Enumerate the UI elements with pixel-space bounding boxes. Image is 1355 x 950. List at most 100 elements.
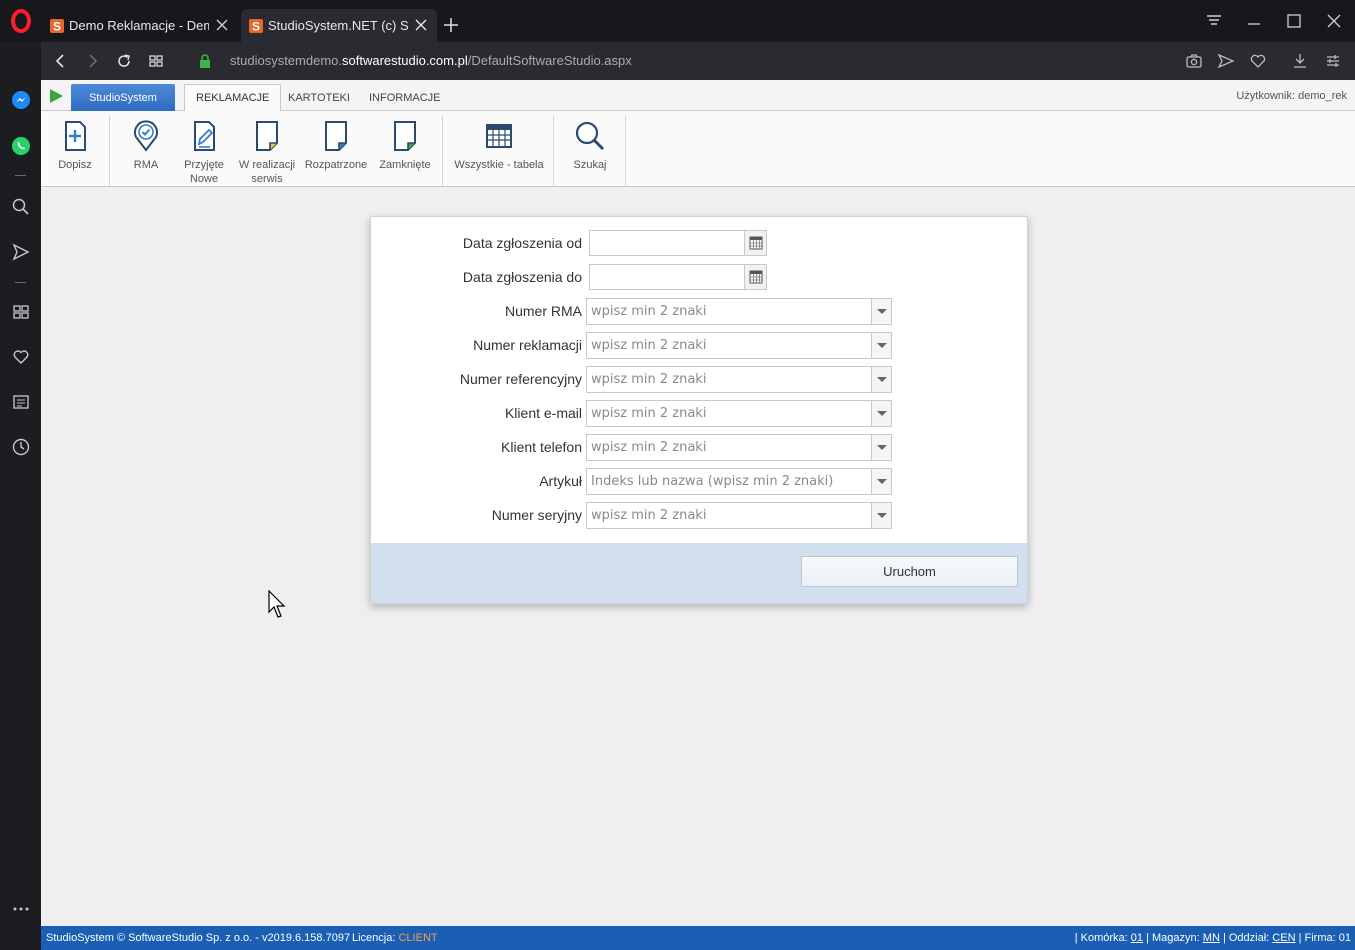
minimize-icon[interactable]: [1245, 12, 1263, 30]
rma-button[interactable]: RMA: [121, 111, 171, 187]
opera-logo-icon[interactable]: [10, 9, 32, 33]
date-from-row: Data zgłoszenia od: [371, 230, 1029, 256]
klient-email-label: Klient e-mail: [504, 405, 582, 421]
date-from-label: Data zgłoszenia od: [462, 235, 582, 251]
maximize-icon[interactable]: [1285, 12, 1303, 30]
license-info: Licencja: CLIENT: [352, 932, 438, 944]
magazyn-link[interactable]: MN: [1203, 932, 1220, 944]
browser-tab-bar: S Demo Reklamacje - Demo S StudioSystem.…: [0, 0, 1355, 42]
zamkniete-button[interactable]: Zamknięte: [375, 111, 435, 187]
back-icon[interactable]: [52, 52, 70, 70]
close-tab-icon[interactable]: [414, 18, 428, 32]
date-from-input[interactable]: [589, 230, 767, 256]
download-icon[interactable]: [1291, 52, 1309, 70]
close-tab-icon[interactable]: [215, 18, 229, 32]
browser-tab-studiosystem[interactable]: S StudioSystem.NET (c) Softw: [241, 9, 437, 42]
artykul-input[interactable]: [587, 469, 872, 494]
dropdown-button[interactable]: [871, 469, 891, 494]
tab-informacje[interactable]: INFORMACJE: [358, 84, 452, 111]
camera-icon[interactable]: [1185, 52, 1203, 70]
address-bar: studiosystemdemo.softwarestudio.com.pl/D…: [41, 42, 1355, 80]
dropdown-button[interactable]: [871, 367, 891, 392]
ribbon-label: Rozpatrzone: [304, 159, 368, 171]
close-window-icon[interactable]: [1325, 12, 1343, 30]
heart-icon[interactable]: [1249, 52, 1267, 70]
svg-text:S: S: [53, 19, 61, 33]
search-icon: [575, 121, 605, 151]
messenger-icon[interactable]: [11, 90, 31, 110]
szukaj-button[interactable]: Szukaj: [563, 111, 617, 187]
whatsapp-icon[interactable]: [11, 136, 31, 156]
ribbon-label: Szukaj: [573, 159, 607, 171]
chevron-down-icon: [876, 343, 887, 348]
search-form-panel: Data zgłoszenia od Data zgłoszenia do Nu…: [370, 216, 1028, 604]
speed-dial-icon[interactable]: [11, 302, 31, 322]
rozpatrzone-button[interactable]: Rozpatrzone: [304, 111, 368, 187]
klient-email-input[interactable]: [587, 401, 872, 426]
dropdown-button[interactable]: [871, 503, 891, 528]
numer-reklamacji-input[interactable]: [587, 333, 872, 358]
studiosystem-tab[interactable]: StudioSystem: [71, 84, 175, 111]
tab-kartoteki[interactable]: KARTOTEKI: [277, 84, 361, 111]
chevron-down-icon: [876, 445, 887, 450]
wszystkie-tabela-button[interactable]: Wszystkie - tabela: [451, 111, 547, 187]
send-icon[interactable]: [11, 242, 31, 262]
numer-rma-input[interactable]: [587, 299, 872, 324]
numer-referencyjny-input[interactable]: [587, 367, 872, 392]
ribbon-label: Przyjęte Nowe: [184, 159, 224, 185]
dropdown-button[interactable]: [871, 435, 891, 460]
numer-referencyjny-combo: [586, 366, 892, 393]
secure-lock-icon[interactable]: [196, 52, 214, 70]
tabs-grid-icon[interactable]: [147, 52, 165, 70]
play-icon[interactable]: [48, 88, 64, 104]
dropdown-button[interactable]: [871, 401, 891, 426]
komorka-link[interactable]: 01: [1131, 932, 1143, 944]
tab-reklamacje[interactable]: REKLAMACJE: [184, 84, 282, 112]
chevron-down-icon: [876, 411, 887, 416]
ribbon-separator: [442, 115, 443, 187]
bookmarks-heart-icon[interactable]: [11, 347, 31, 367]
numer-reklamacji-label: Numer reklamacji: [473, 337, 582, 353]
search-icon[interactable]: [11, 197, 31, 217]
numer-seryjny-row: Numer seryjny: [371, 502, 1029, 529]
dropdown-button[interactable]: [871, 333, 891, 358]
ribbon-label: W realizacji serwis: [238, 159, 296, 185]
date-to-input[interactable]: [589, 264, 767, 290]
new-tab-icon[interactable]: [443, 17, 459, 33]
calendar-button[interactable]: [744, 265, 766, 289]
uruchom-button[interactable]: Uruchom: [801, 556, 1018, 587]
news-icon[interactable]: [11, 392, 31, 412]
dropdown-button[interactable]: [871, 299, 891, 324]
browser-tab-demo-reklamacje[interactable]: S Demo Reklamacje - Demo: [42, 9, 238, 42]
w-realizacji-serwis-button[interactable]: W realizacji serwis: [234, 111, 300, 187]
document-add-icon: [65, 121, 86, 151]
more-options-icon[interactable]: [11, 899, 31, 919]
klient-telefon-input[interactable]: [587, 435, 872, 460]
chevron-down-icon: [876, 513, 887, 518]
dopisz-button[interactable]: Dopisz: [47, 111, 103, 187]
ribbon-label: Dopisz: [58, 159, 92, 171]
przyjete-nowe-button[interactable]: Przyjęte Nowe: [177, 111, 231, 187]
numer-reklamacji-row: Numer reklamacji: [371, 332, 1029, 359]
numer-seryjny-input[interactable]: [587, 503, 872, 528]
url-text[interactable]: studiosystemdemo.softwarestudio.com.pl/D…: [230, 53, 632, 68]
easy-setup-icon[interactable]: [1324, 52, 1342, 70]
numer-rma-row: Numer RMA: [371, 298, 1029, 325]
ribbon-separator: [553, 115, 554, 187]
ribbon-label: RMA: [133, 159, 159, 171]
klient-email-combo: [586, 400, 892, 427]
mouse-cursor-icon: [268, 590, 286, 618]
license-label: Licencja:: [352, 932, 396, 944]
chevron-down-icon: [876, 309, 887, 314]
table-icon: [486, 124, 512, 148]
forward-icon[interactable]: [83, 52, 101, 70]
klient-telefon-combo: [586, 434, 892, 461]
artykul-label: Artykuł: [539, 473, 582, 489]
reload-icon[interactable]: [115, 52, 133, 70]
history-clock-icon[interactable]: [11, 437, 31, 457]
tab-menu-icon[interactable]: [1205, 12, 1223, 30]
studiosystem-favicon-icon: S: [50, 18, 64, 33]
send-icon[interactable]: [1217, 52, 1235, 70]
calendar-button[interactable]: [744, 231, 766, 255]
oddzial-link[interactable]: CEN: [1272, 932, 1295, 944]
